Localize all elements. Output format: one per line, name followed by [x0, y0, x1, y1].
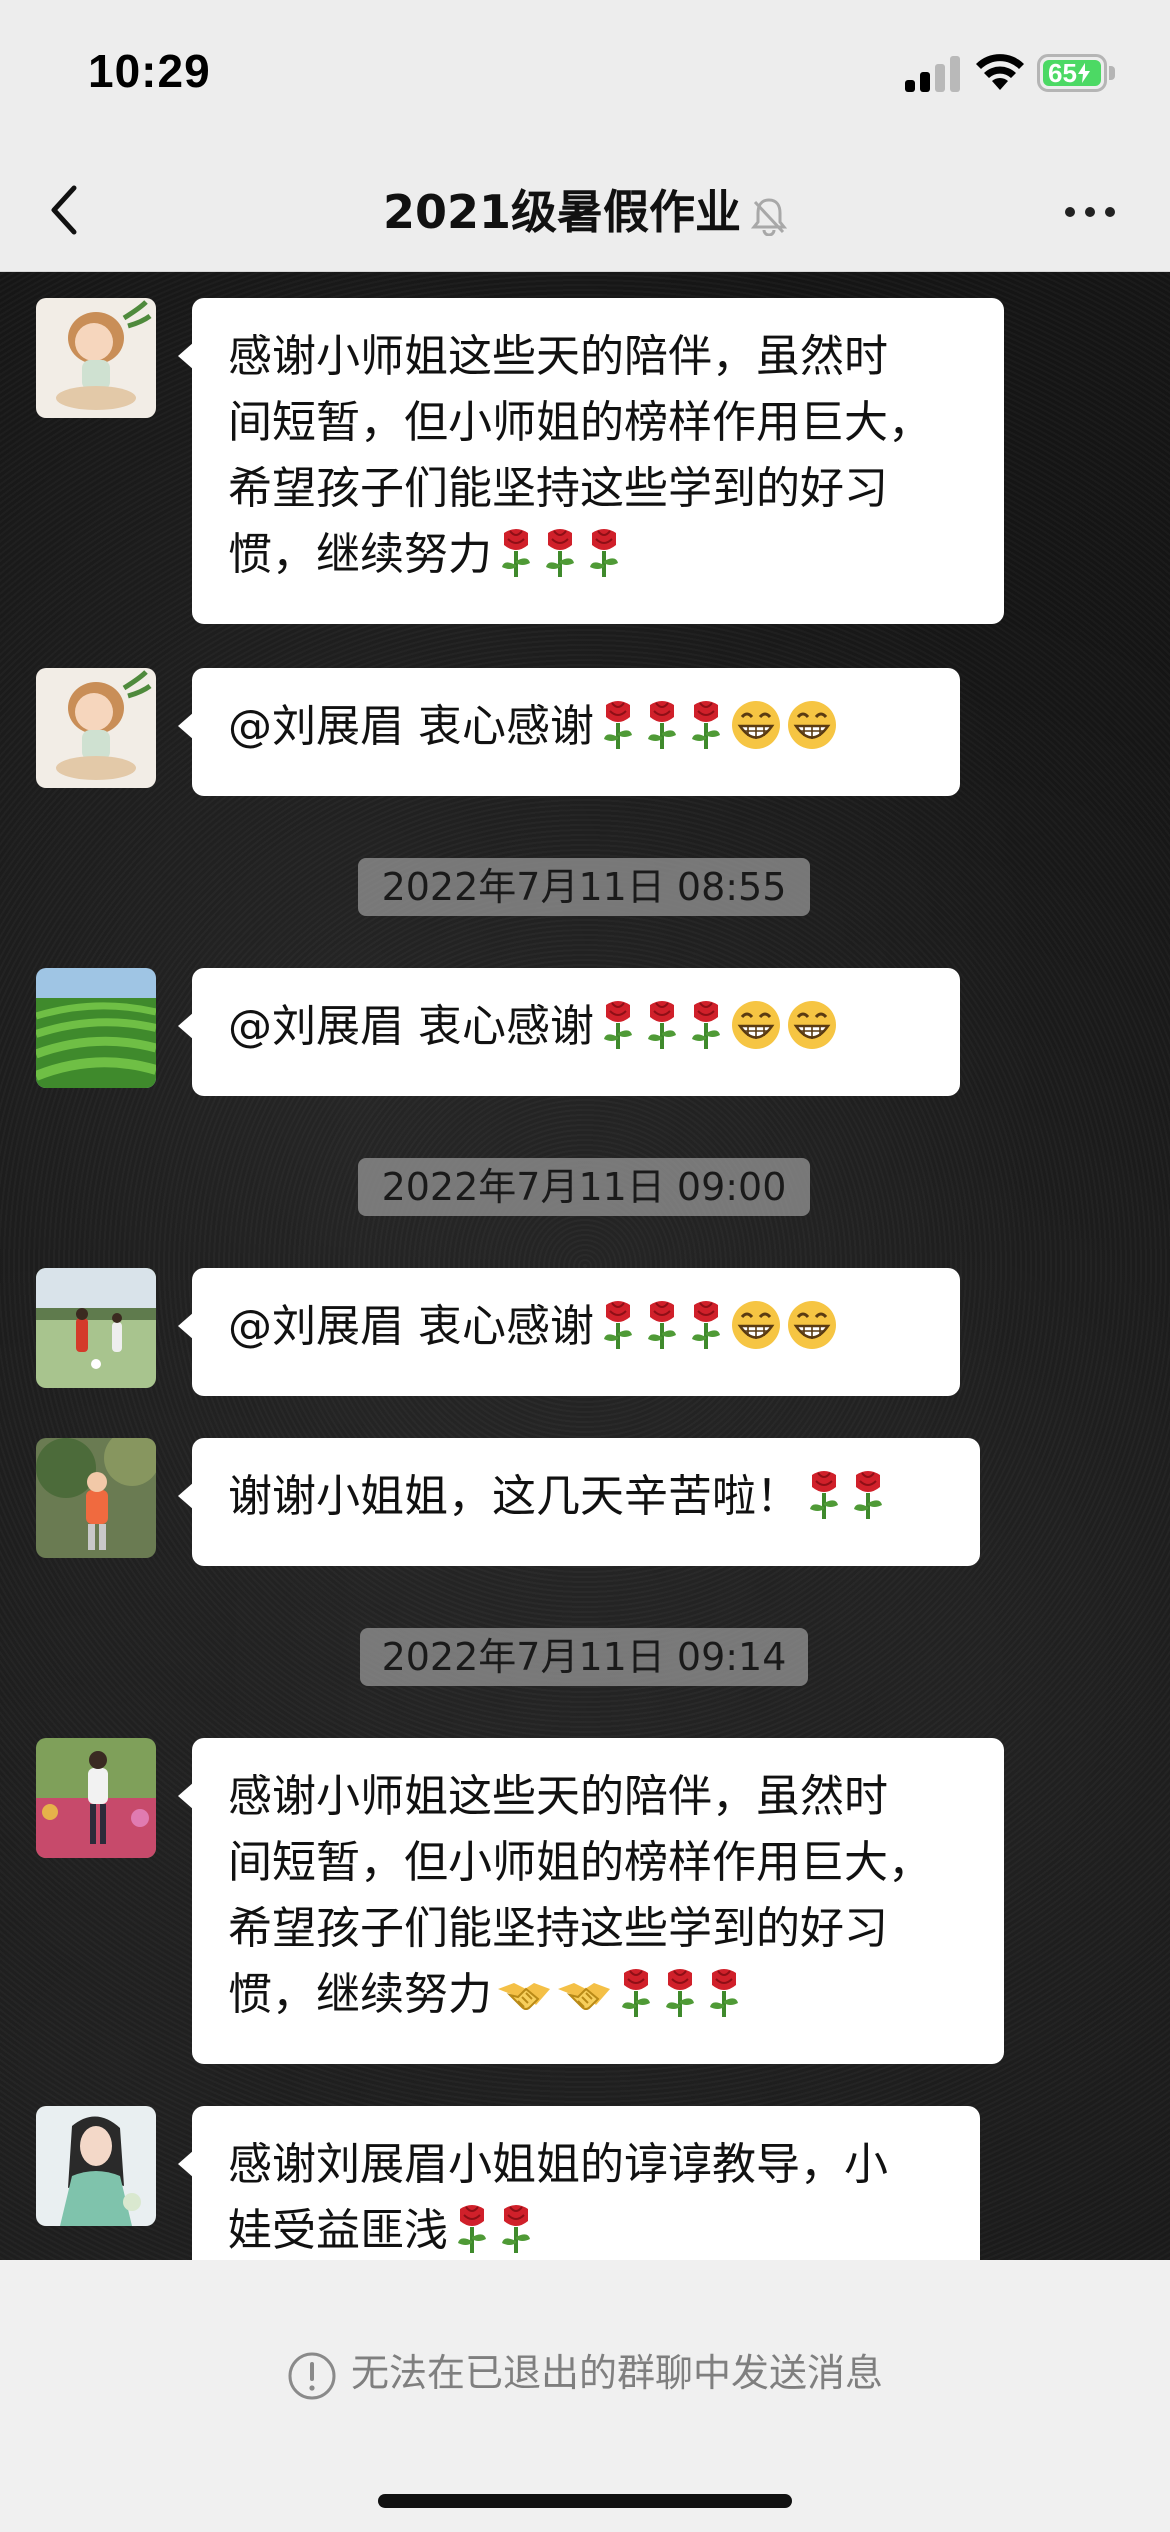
rose-emoji-icon — [496, 525, 536, 598]
battery-cap — [1109, 66, 1115, 80]
rose-emoji-icon — [452, 2201, 492, 2260]
wifi-icon — [976, 54, 1024, 90]
emoji-group — [594, 1301, 838, 1352]
grin-emoji-icon — [786, 1299, 838, 1370]
emoji-group — [492, 1969, 744, 2020]
signal-icon — [905, 56, 961, 92]
message-line-with-emoji: 惯，继续努力 — [228, 1962, 970, 2038]
rose-emoji-icon — [584, 525, 624, 598]
message-line: 感谢刘展眉小姐姐的谆谆教导，小 — [228, 2139, 888, 2190]
home-indicator[interactable] — [378, 2494, 792, 2508]
message-bubble[interactable]: @刘展眉 衷心感谢 — [178, 668, 960, 796]
handshake-emoji-icon — [496, 1972, 552, 2038]
rose-emoji-icon — [616, 1965, 656, 2038]
rose-emoji-icon — [686, 1297, 726, 1370]
message-line-with-emoji: @刘展眉 衷心感谢 — [228, 1294, 926, 1370]
message-text: 娃受益匪浅 — [228, 2205, 448, 2256]
message-line: 希望孩子们能坚持这些学到的好习 — [228, 1903, 888, 1954]
avatar-soccer-kids[interactable] — [36, 1268, 156, 1388]
rose-emoji-icon — [660, 1965, 700, 2038]
chat-title-wrap: 2021级暑假作业 — [0, 176, 1170, 242]
avatar-tea-field[interactable] — [36, 968, 156, 1088]
avatar-child-flowers[interactable] — [36, 1738, 156, 1858]
chat-message-list[interactable]: 感谢小师姐这些天的陪伴，虽然时 间短暂，但小师姐的榜样作用巨大， 希望孩子们能坚… — [0, 272, 1170, 2260]
message-line-with-emoji: @刘展眉 衷心感谢 — [228, 994, 926, 1070]
grin-emoji-icon — [730, 1299, 782, 1370]
message-line: 感谢小师姐这些天的陪伴，虽然时 — [228, 331, 888, 382]
emoji-group — [492, 529, 624, 580]
message-line-with-emoji: 谢谢小姐姐，这几天辛苦啦！ — [228, 1464, 946, 1540]
rose-emoji-icon — [642, 697, 682, 770]
message-text: @刘展眉 衷心感谢 — [228, 1301, 594, 1352]
rose-emoji-icon — [598, 697, 638, 770]
message-bubble[interactable]: 感谢小师姐这些天的陪伴，虽然时 间短暂，但小师姐的榜样作用巨大， 希望孩子们能坚… — [178, 1738, 1004, 2064]
message-text: 惯，继续努力 — [228, 529, 492, 580]
message-line-with-emoji: 惯，继续努力 — [228, 522, 970, 598]
emoji-group — [448, 2205, 536, 2256]
message-line-with-emoji: 娃受益匪浅 — [228, 2198, 946, 2260]
grin-emoji-icon — [786, 699, 838, 770]
chat-header: 2021级暑假作业 — [0, 150, 1170, 272]
message-text: @刘展眉 衷心感谢 — [228, 701, 594, 752]
message-bubble[interactable]: 感谢刘展眉小姐姐的谆谆教导，小 娃受益匪浅 — [178, 2106, 980, 2260]
rose-emoji-icon — [642, 1297, 682, 1370]
grin-emoji-icon — [730, 699, 782, 770]
handshake-emoji-icon — [556, 1972, 612, 2038]
message-text: 惯，继续努力 — [228, 1969, 492, 2020]
avatar-child-garden[interactable] — [36, 1438, 156, 1558]
message-text: 谢谢小姐姐，这几天辛苦啦！ — [228, 1471, 800, 1522]
grin-emoji-icon — [786, 999, 838, 1070]
rose-emoji-icon — [848, 1467, 888, 1540]
emoji-group — [594, 701, 838, 752]
status-time: 10:29 — [88, 45, 211, 97]
message-bubble[interactable]: 谢谢小姐姐，这几天辛苦啦！ — [178, 1438, 980, 1566]
rose-emoji-icon — [598, 1297, 638, 1370]
message-line: 间短暂，但小师姐的榜样作用巨大， — [228, 1837, 932, 1888]
timestamp-divider: 2022年7月11日 09:14 — [360, 1628, 808, 1686]
message-text: @刘展眉 衷心感谢 — [228, 1001, 594, 1052]
rose-emoji-icon — [540, 525, 580, 598]
emoji-group — [594, 1001, 838, 1052]
avatar-meditating-girl[interactable] — [36, 668, 156, 788]
timestamp-divider: 2022年7月11日 09:00 — [358, 1158, 810, 1216]
grin-emoji-icon — [730, 999, 782, 1070]
avatar-illustrated-girl[interactable] — [36, 2106, 156, 2226]
rose-emoji-icon — [642, 997, 682, 1070]
more-dots-icon[interactable] — [1060, 192, 1120, 232]
footer-notice: 无法在已退出的群聊中发送消息 — [0, 2342, 1170, 2401]
message-bubble[interactable]: 感谢小师姐这些天的陪伴，虽然时 间短暂，但小师姐的榜样作用巨大， 希望孩子们能坚… — [178, 298, 1004, 624]
message-line: 感谢小师姐这些天的陪伴，虽然时 — [228, 1771, 888, 1822]
chat-title: 2021级暑假作业 — [382, 185, 742, 239]
message-bubble[interactable]: @刘展眉 衷心感谢 — [178, 968, 960, 1096]
message-bubble[interactable]: @刘展眉 衷心感谢 — [178, 1268, 960, 1396]
rose-emoji-icon — [598, 997, 638, 1070]
message-line: 间短暂，但小师姐的榜样作用巨大， — [228, 397, 932, 448]
rose-emoji-icon — [496, 2201, 536, 2260]
rose-emoji-icon — [804, 1467, 844, 1540]
rose-emoji-icon — [686, 997, 726, 1070]
emoji-group — [800, 1471, 888, 1522]
message-line: 希望孩子们能坚持这些学到的好习 — [228, 463, 888, 514]
timestamp-divider: 2022年7月11日 08:55 — [358, 858, 810, 916]
rose-emoji-icon — [686, 697, 726, 770]
input-bar-disabled: 无法在已退出的群聊中发送消息 — [0, 2260, 1170, 2532]
message-line-with-emoji: @刘展眉 衷心感谢 — [228, 694, 926, 770]
avatar-meditating-girl[interactable] — [36, 298, 156, 418]
footer-notice-text: 无法在已退出的群聊中发送消息 — [350, 2351, 883, 2395]
battery-charging-icon: 65 — [1037, 54, 1107, 92]
battery-level: 65 — [1048, 57, 1077, 88]
exclamation-circle-icon — [288, 2352, 336, 2399]
bell-muted-icon — [750, 197, 788, 236]
rose-emoji-icon — [704, 1965, 744, 2038]
status-bar: 10:29 65 — [0, 0, 1170, 150]
